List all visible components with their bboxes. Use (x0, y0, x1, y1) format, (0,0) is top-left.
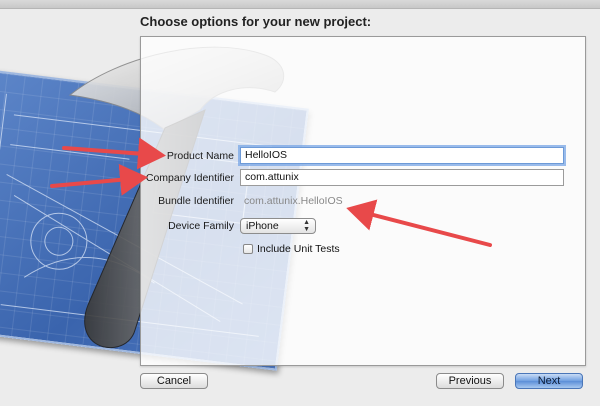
device-family-label: Device Family (168, 220, 234, 232)
bundle-identifier-label: Bundle Identifier (158, 195, 234, 207)
company-identifier-field[interactable]: com.attunix (240, 169, 564, 186)
popup-arrows-icon: ▲ ▼ (303, 219, 310, 233)
product-name-label: Product Name (166, 150, 234, 162)
dialog-heading: Choose options for your new project: (140, 14, 372, 29)
company-identifier-label: Company Identifier (145, 172, 234, 184)
device-family-popup[interactable]: iPhone ▲ ▼ (240, 218, 316, 234)
bundle-identifier-value: com.attunix.HelloIOS (244, 195, 343, 207)
previous-button[interactable]: Previous (436, 373, 504, 389)
cancel-button[interactable]: Cancel (140, 373, 208, 389)
device-family-selected: iPhone (246, 220, 279, 232)
include-unit-tests-checkbox[interactable] (243, 244, 253, 254)
include-unit-tests-label: Include Unit Tests (257, 243, 340, 255)
next-button[interactable]: Next (515, 373, 583, 389)
product-name-field[interactable]: HelloIOS (240, 147, 564, 164)
